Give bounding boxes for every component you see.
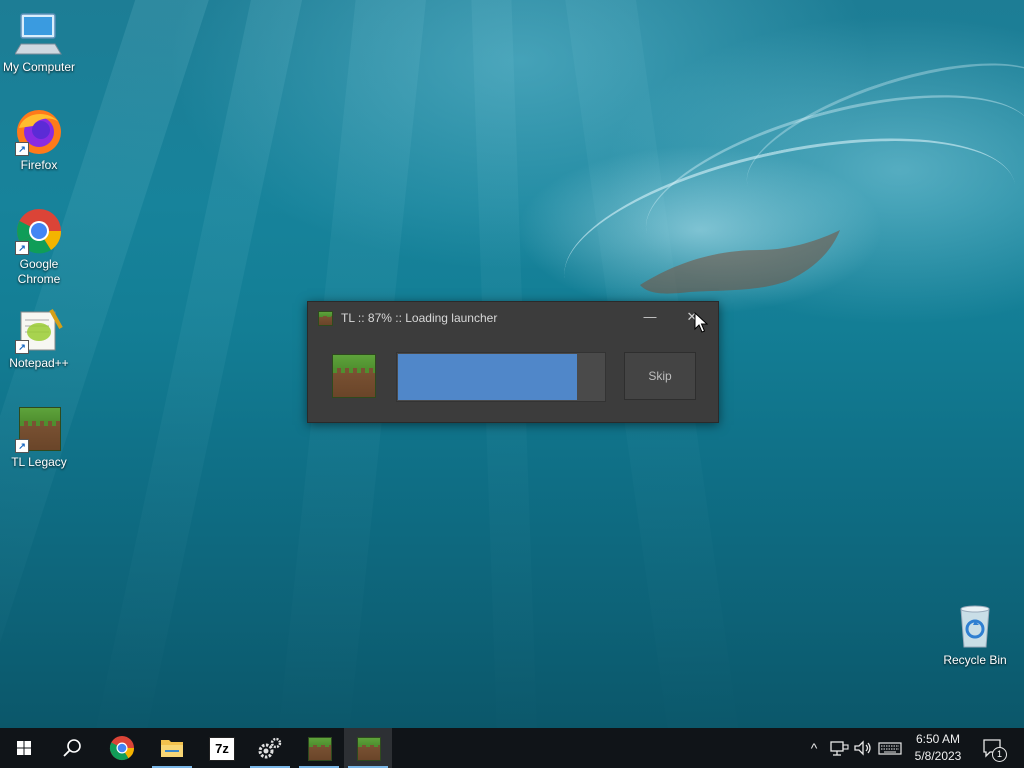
shortcut-arrow-icon: ↗ [15, 340, 29, 354]
diver-fins-image [640, 230, 840, 294]
chrome-icon [109, 736, 135, 761]
clock-date: 5/8/2023 [914, 749, 962, 763]
desktop-icon-label: Notepad++ [9, 356, 69, 370]
desktop-icon-tl-legacy[interactable]: ↗ TL Legacy [1, 405, 77, 470]
launcher-window: TL :: 87% :: Loading launcher — ✕ Skip [307, 301, 719, 423]
grass-block-icon [318, 311, 333, 326]
settings-gears-icon [258, 737, 282, 759]
recycle-bin-icon [951, 603, 999, 651]
windows-logo-icon [17, 741, 31, 755]
start-button[interactable] [0, 728, 48, 768]
shortcut-arrow-icon: ↗ [15, 241, 29, 255]
loading-progress-bar [396, 352, 606, 402]
taskbar-7zip[interactable]: 7z [197, 728, 245, 768]
grass-block-icon [332, 354, 376, 398]
shortcut-arrow-icon: ↗ [15, 439, 29, 453]
window-title: TL :: 87% :: Loading launcher [341, 311, 498, 325]
desktop-icon-label: Firefox [20, 158, 58, 172]
desktop-icon-label: Google Chrome [17, 257, 61, 286]
minimize-button[interactable]: — [635, 306, 665, 330]
taskbar-settings-tool[interactable] [246, 728, 294, 768]
loading-progress-fill [398, 354, 577, 400]
desktop-icon-firefox[interactable]: ↗ Firefox [1, 108, 77, 173]
search-icon [63, 739, 81, 757]
taskbar-tl-legacy[interactable] [295, 728, 343, 768]
7zip-icon: 7z [209, 737, 235, 761]
desktop-icon-recycle-bin[interactable]: Recycle Bin [937, 603, 1013, 668]
clock-time: 6:50 AM [915, 732, 961, 746]
desktop-icon-notepad-plus-plus[interactable]: ↗ Notepad++ [1, 306, 77, 371]
taskbar-chrome[interactable] [98, 728, 146, 768]
desktop-icon-label: My Computer [2, 60, 76, 74]
search-button[interactable] [48, 728, 96, 768]
notification-count-badge: 1 [992, 747, 1007, 762]
grass-block-icon: ↗ [15, 405, 63, 453]
desktop-icon-label: Recycle Bin [943, 653, 1007, 667]
desktop-icon-my-computer[interactable]: My Computer [1, 10, 77, 75]
shortcut-arrow-icon: ↗ [15, 142, 29, 156]
chrome-icon: ↗ [15, 207, 63, 255]
launcher-titlebar[interactable]: TL :: 87% :: Loading launcher — ✕ [308, 302, 718, 334]
keyboard-icon[interactable] [878, 738, 902, 758]
notepad-plus-plus-icon: ↗ [15, 306, 63, 354]
show-hidden-icons-chevron-icon[interactable]: ^ [804, 738, 824, 758]
action-center-button[interactable]: 1 [980, 737, 1008, 762]
network-icon[interactable] [829, 738, 849, 758]
firefox-icon: ↗ [15, 108, 63, 156]
clock[interactable]: 6:50 AM 5/8/2023 [908, 731, 968, 765]
desktop-icon-google-chrome[interactable]: ↗ Google Chrome [1, 207, 77, 287]
taskbar: 7z ^ 6:50 AM 5/8/2023 1 [0, 728, 1024, 768]
file-explorer-icon [161, 740, 183, 757]
taskbar-tl-launcher[interactable] [344, 728, 392, 768]
volume-icon[interactable] [853, 738, 873, 758]
skip-button[interactable]: Skip [624, 352, 696, 400]
desktop-icon-label: TL Legacy [11, 455, 67, 469]
taskbar-file-explorer[interactable] [148, 728, 196, 768]
mouse-cursor-icon [694, 312, 708, 333]
computer-icon [14, 10, 63, 58]
